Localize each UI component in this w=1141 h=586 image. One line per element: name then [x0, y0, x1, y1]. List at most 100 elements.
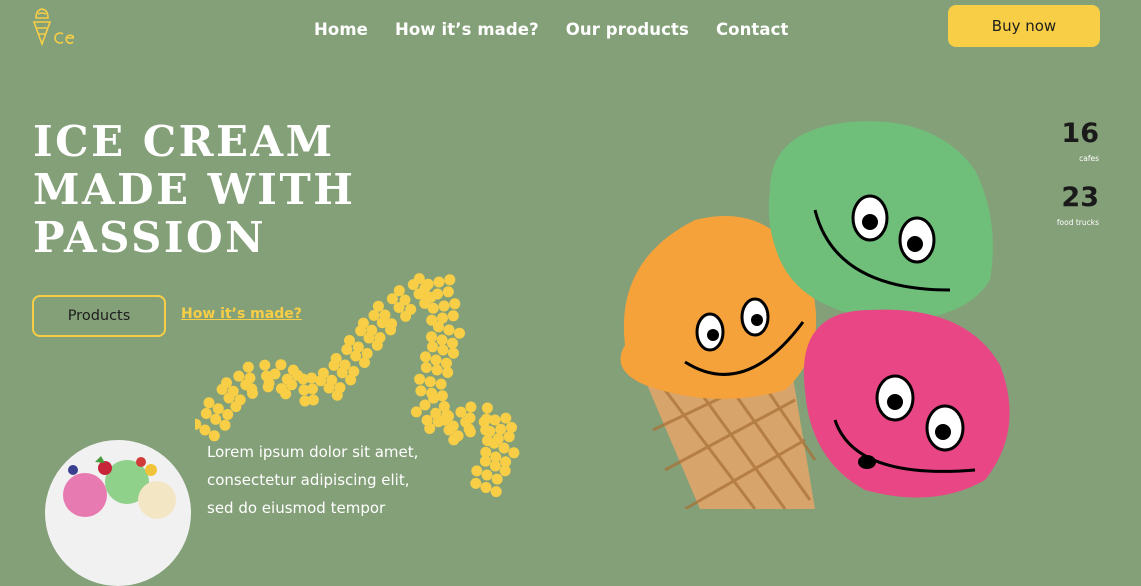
decorative-dot	[372, 300, 384, 312]
decorative-dot	[438, 300, 450, 312]
decorative-dot	[455, 406, 467, 418]
decorative-dot	[233, 370, 245, 382]
decorative-dot	[447, 420, 459, 432]
logo[interactable]	[30, 6, 76, 48]
decorative-dot	[441, 357, 452, 369]
decorative-dot	[242, 361, 254, 373]
decorative-dot	[470, 477, 482, 489]
decorative-dot	[490, 486, 502, 498]
decorative-dot	[479, 455, 491, 467]
decorative-dot	[480, 482, 492, 493]
decorative-dot	[465, 401, 477, 413]
decorative-dot	[227, 385, 239, 397]
decorative-dot	[478, 416, 490, 428]
hero-description: Lorem ipsum dolor sit amet, consectetur …	[207, 443, 419, 517]
decorative-dot	[506, 421, 517, 433]
decorative-dot	[269, 368, 281, 380]
nav-contact-link[interactable]: Contact	[716, 20, 789, 39]
decorative-dot	[379, 309, 391, 321]
decorative-dot	[374, 332, 386, 344]
decorative-dot	[500, 412, 512, 424]
decorative-dot	[221, 377, 232, 389]
decorative-dot	[424, 423, 436, 434]
decorative-dot	[433, 276, 445, 288]
decorative-dot	[435, 378, 447, 390]
products-button[interactable]: Products	[32, 295, 166, 337]
decorative-dot	[484, 425, 496, 437]
decorative-dot	[471, 465, 483, 477]
buy-now-button[interactable]: Buy now	[948, 5, 1100, 47]
decorative-dot	[307, 383, 318, 395]
decorative-dot	[280, 388, 292, 400]
decorative-dot	[427, 302, 439, 314]
decorative-dot	[419, 399, 431, 411]
decorative-dot	[366, 324, 378, 336]
decorative-dot	[422, 278, 434, 290]
decorative-dot	[508, 447, 520, 459]
decorative-dot	[421, 290, 433, 302]
decorative-dot	[334, 382, 346, 394]
decorative-dot	[330, 353, 342, 364]
stat-food-trucks-value: 23	[1061, 182, 1099, 213]
nav-how-its-made-link[interactable]: How it’s made?	[395, 20, 539, 39]
decorative-dot	[448, 347, 459, 359]
decorative-dot	[491, 473, 503, 485]
nav-our-products-link[interactable]: Our products	[566, 20, 689, 39]
decorative-dot	[447, 337, 458, 349]
hero-headline: ICE CREAM MADE WITH PASSION	[33, 117, 356, 262]
ice-cream-bowl-image	[45, 440, 191, 586]
stat-cafes-value: 16	[1061, 118, 1099, 149]
decorative-dot	[339, 359, 351, 371]
decorative-dot	[431, 364, 443, 376]
decorative-dot	[430, 354, 442, 366]
main-nav: Home How it’s made? Our products Contact	[314, 20, 789, 39]
decorative-dot	[442, 286, 454, 298]
decorative-dot	[210, 413, 222, 425]
decorative-dot	[393, 285, 405, 297]
ice-cream-cone-icon	[32, 8, 76, 47]
decorative-dot	[427, 341, 438, 353]
decorative-dot	[454, 327, 465, 339]
decorative-dot	[443, 324, 455, 336]
decorative-dot	[219, 419, 231, 431]
decorative-dot	[464, 412, 476, 424]
decorative-dot	[433, 321, 444, 333]
decorative-dot	[447, 310, 459, 322]
decorative-dot	[386, 318, 398, 330]
decorative-dot	[436, 334, 448, 346]
decorative-dot	[222, 409, 234, 420]
decorative-dot	[495, 423, 507, 435]
decorative-dot	[489, 414, 501, 426]
decorative-dot	[463, 423, 475, 435]
decorative-dot	[203, 397, 215, 409]
decorative-dot	[415, 385, 427, 397]
decorative-dot	[317, 367, 329, 379]
decorative-dot	[352, 341, 364, 353]
decorative-dot	[259, 359, 271, 371]
decorative-dot	[437, 344, 449, 356]
decorative-dot	[414, 373, 426, 385]
decorative-dot	[420, 351, 431, 363]
decorative-dot	[428, 392, 440, 404]
nav-home-link[interactable]: Home	[314, 20, 368, 39]
decorative-dot	[442, 367, 454, 378]
decorative-dot	[357, 317, 369, 329]
decorative-dot	[489, 460, 501, 472]
decorative-dot	[200, 408, 212, 419]
decorative-dot	[443, 410, 455, 422]
decorative-dot	[420, 362, 432, 373]
decorative-dot	[344, 335, 355, 346]
decorative-dot	[405, 303, 417, 315]
decorative-dot	[244, 372, 256, 384]
decorative-dot	[499, 465, 511, 477]
decorative-dot	[361, 348, 373, 359]
decorative-dot	[307, 394, 319, 406]
decorative-dot	[399, 294, 411, 306]
decorative-dot	[286, 379, 298, 391]
decorative-dot	[503, 431, 515, 443]
decorative-dot	[326, 374, 338, 386]
decorative-dot	[481, 469, 493, 481]
decorative-dot	[246, 383, 258, 395]
decorative-dot	[432, 288, 443, 300]
decorative-dot	[449, 298, 461, 310]
